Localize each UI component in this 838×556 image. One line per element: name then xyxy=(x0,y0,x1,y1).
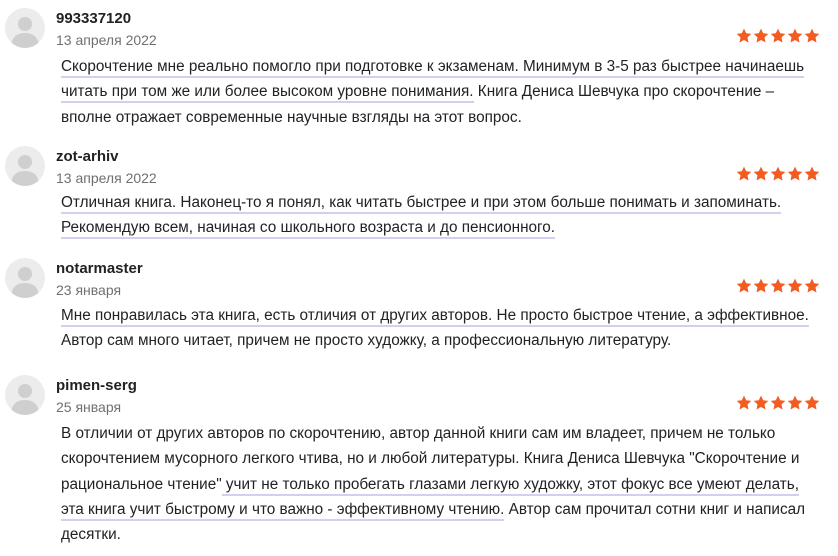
star-icon xyxy=(753,395,769,410)
rating-stars xyxy=(736,28,820,44)
star-icon xyxy=(736,395,752,410)
star-icon xyxy=(787,28,803,43)
review-date: 23 января xyxy=(56,282,122,298)
user-silhouette-icon xyxy=(11,384,39,415)
rating-stars xyxy=(736,166,820,182)
user-silhouette-icon xyxy=(11,267,39,298)
star-icon xyxy=(736,278,752,293)
highlighted-text: Мне понравилась эта книга, есть отличия … xyxy=(61,307,809,327)
avatar[interactable] xyxy=(5,258,45,298)
highlighted-text: Отличная книга. Наконец-то я понял, как … xyxy=(61,194,782,240)
star-icon xyxy=(736,28,752,43)
star-icon xyxy=(804,28,820,43)
star-icon xyxy=(770,166,786,181)
star-icon xyxy=(804,166,820,181)
rating-stars xyxy=(736,395,820,411)
star-icon xyxy=(787,395,803,410)
star-icon xyxy=(787,166,803,181)
star-icon xyxy=(753,166,769,181)
star-icon xyxy=(770,395,786,410)
review-text: В отличии от других авторов по скорочтен… xyxy=(61,421,818,547)
star-icon xyxy=(787,278,803,293)
review-author[interactable]: notarmaster xyxy=(56,260,143,277)
star-icon xyxy=(770,28,786,43)
review-author[interactable]: 993337120 xyxy=(56,10,131,27)
review-date: 13 апреля 2022 xyxy=(56,32,157,48)
avatar[interactable] xyxy=(5,146,45,186)
star-icon xyxy=(736,166,752,181)
review-date: 25 января xyxy=(56,399,122,415)
review-author[interactable]: zot-arhiv xyxy=(56,148,119,165)
review-text: Мне понравилась эта книга, есть отличия … xyxy=(61,303,818,354)
star-icon xyxy=(804,278,820,293)
star-icon xyxy=(753,28,769,43)
rating-stars xyxy=(736,278,820,294)
text-segment: Автор сам много читает, причем не просто… xyxy=(61,332,672,350)
avatar[interactable] xyxy=(5,8,45,48)
review-date: 13 апреля 2022 xyxy=(56,170,157,186)
user-silhouette-icon xyxy=(11,155,39,186)
star-icon xyxy=(770,278,786,293)
review-text: Отличная книга. Наконец-то я понял, как … xyxy=(61,190,818,241)
review-text: Скорочтение мне реально помогло при подг… xyxy=(61,54,818,130)
review-author[interactable]: pimen-serg xyxy=(56,377,137,394)
user-silhouette-icon xyxy=(11,17,39,48)
star-icon xyxy=(804,395,820,410)
star-icon xyxy=(753,278,769,293)
avatar[interactable] xyxy=(5,375,45,415)
